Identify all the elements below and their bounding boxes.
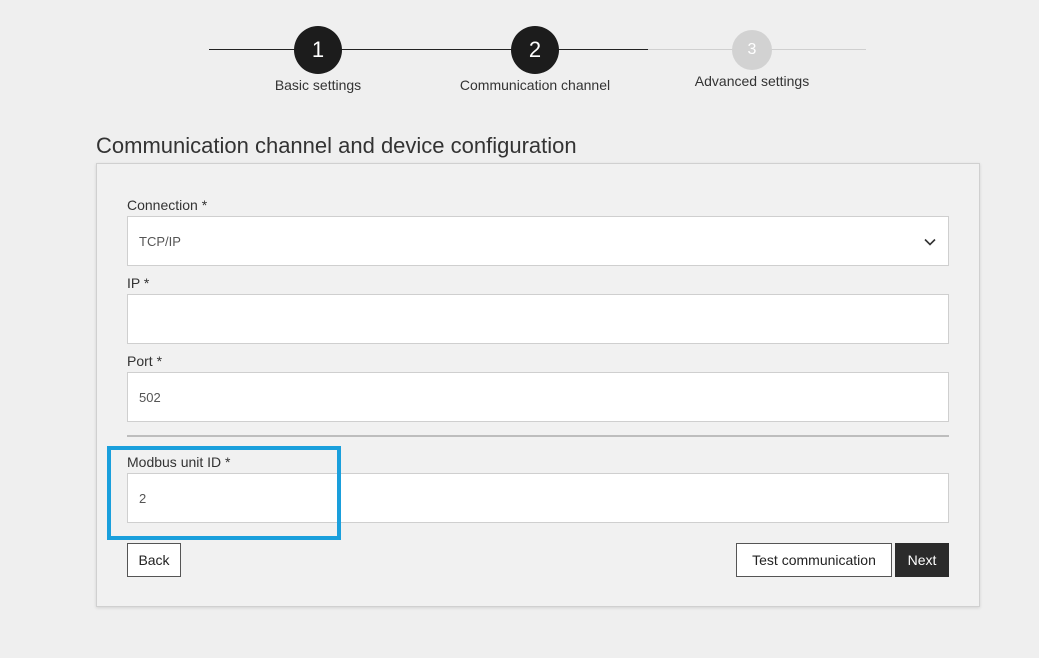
next-button[interactable]: Next <box>895 543 949 577</box>
port-value: 502 <box>139 389 161 405</box>
ip-label: IP * <box>127 275 150 291</box>
step-1-label: Basic settings <box>274 77 362 93</box>
modbus-unit-id-value: 2 <box>139 490 147 506</box>
stepper-line-completed <box>209 49 648 50</box>
chevron-down-icon <box>924 234 936 249</box>
wizard-stepper: 1 Basic settings 2 Communication channel… <box>0 0 1039 110</box>
step-3-circle: 3 <box>732 30 772 70</box>
modbus-unit-id-label: Modbus unit ID * <box>127 454 231 470</box>
modbus-unit-id-input[interactable]: 2 <box>127 473 949 523</box>
ip-input[interactable] <box>127 294 949 344</box>
port-input[interactable]: 502 <box>127 372 949 422</box>
connection-value: TCP/IP <box>139 233 181 249</box>
port-label: Port * <box>127 353 163 369</box>
step-1-circle[interactable]: 1 <box>294 26 342 74</box>
step-2-number: 2 <box>528 37 542 62</box>
connection-label: Connection * <box>127 197 208 213</box>
back-button[interactable]: Back <box>127 543 181 577</box>
section-divider <box>127 435 949 437</box>
step-3-number: 3 <box>747 41 757 58</box>
step-1-number: 1 <box>311 37 325 62</box>
step-2-label: Communication channel <box>459 77 611 93</box>
step-2-circle[interactable]: 2 <box>511 26 559 74</box>
step-3-label: Advanced settings <box>694 73 810 89</box>
connection-select[interactable]: TCP/IP <box>127 216 949 266</box>
test-communication-button[interactable]: Test communication <box>736 543 892 577</box>
configuration-card: Connection * TCP/IP IP * Port * 502 Modb… <box>96 163 980 607</box>
page-title: Communication channel and device configu… <box>96 133 577 158</box>
